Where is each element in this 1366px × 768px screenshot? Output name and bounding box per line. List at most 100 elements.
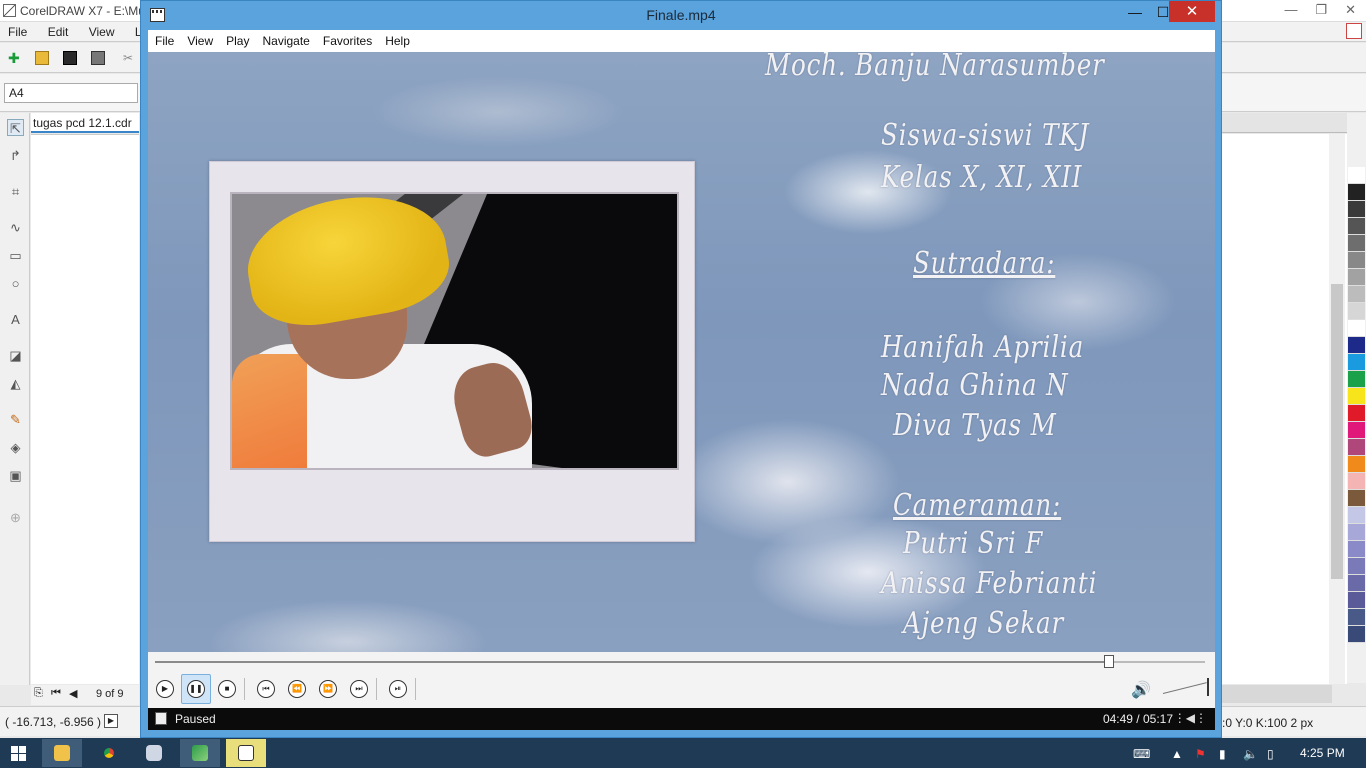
crop-tool-icon[interactable]: ⌗ (7, 183, 24, 200)
previous-page-icon[interactable]: ◀ (69, 687, 77, 700)
network-icon[interactable]: ▮ (1219, 747, 1226, 761)
minimize-icon[interactable]: — (1284, 2, 1297, 18)
page-size-dropdown[interactable]: A4 (4, 83, 138, 103)
palette-swatch[interactable] (1348, 371, 1365, 388)
rewind-button[interactable]: ⏪ (288, 680, 306, 698)
menu-file[interactable]: File (148, 30, 180, 48)
first-page-icon[interactable]: ⏮ (51, 687, 61, 700)
palette-swatch[interactable] (1348, 388, 1365, 405)
taskbar-media-player[interactable] (226, 739, 266, 767)
cd-menu-view[interactable]: View (89, 25, 115, 39)
previous-button[interactable]: ⏮ (257, 680, 275, 698)
palette-swatch[interactable] (1348, 320, 1365, 337)
taskbar-app-generic[interactable] (134, 739, 174, 767)
palette-swatch[interactable] (1348, 337, 1365, 354)
vertical-scrollbar[interactable] (1329, 134, 1345, 684)
windows-start-icon[interactable] (11, 746, 26, 761)
taskbar-chrome[interactable] (89, 739, 129, 767)
video-frame[interactable]: Moch. Banju Narasumber Siswa-siswi TKJ K… (148, 52, 1215, 652)
coreldraw-window-controls[interactable]: — ❐ ✕ (1284, 2, 1356, 18)
palette-swatch[interactable] (1348, 609, 1365, 626)
taskbar-coreldraw[interactable] (180, 739, 220, 767)
new-document-icon[interactable]: ✚ (8, 51, 22, 65)
palette-swatch[interactable] (1348, 235, 1365, 252)
palette-swatch[interactable] (1348, 575, 1365, 592)
palette-swatch[interactable] (1348, 252, 1365, 269)
cd-menu-file[interactable]: File (8, 25, 27, 39)
menu-help[interactable]: Help (378, 30, 416, 48)
palette-swatch[interactable] (1348, 184, 1365, 201)
save-icon[interactable] (63, 51, 77, 65)
restore-icon[interactable]: ❐ (1315, 2, 1327, 18)
palette-swatch[interactable] (1348, 286, 1365, 303)
add-tool-icon[interactable]: ⊕ (7, 509, 24, 526)
add-page-icon[interactable]: ⎘ (34, 687, 43, 700)
rectangle-tool-icon[interactable]: ▭ (7, 247, 24, 264)
mute-indicator-icon[interactable]: ⋮◀⋮ (1174, 711, 1207, 725)
next-button[interactable]: ⏭ (350, 680, 368, 698)
palette-swatch[interactable] (1348, 201, 1365, 218)
palette-swatch[interactable] (1348, 167, 1365, 184)
close-icon[interactable]: ✕ (1345, 2, 1356, 18)
palette-swatch[interactable] (1348, 405, 1365, 422)
palette-swatch[interactable] (1348, 473, 1365, 490)
interactive-fill-tool-icon[interactable]: ◈ (7, 439, 24, 456)
volume-slider[interactable] (1163, 678, 1211, 696)
palette-swatch[interactable] (1348, 558, 1365, 575)
palette-swatch[interactable] (1348, 354, 1365, 371)
ellipse-tool-icon[interactable]: ○ (7, 275, 24, 292)
palette-swatch[interactable] (1348, 422, 1365, 439)
menu-view[interactable]: View (180, 30, 219, 48)
drawing-canvas[interactable] (31, 134, 139, 684)
menu-play[interactable]: Play (219, 30, 255, 48)
freehand-tool-icon[interactable]: ∿ (7, 219, 24, 236)
seek-bar[interactable] (155, 655, 1205, 668)
palette-swatch[interactable] (1348, 541, 1365, 558)
status-expand-icon[interactable]: ▶ (104, 714, 118, 728)
drop-shadow-tool-icon[interactable]: ◪ (7, 347, 24, 364)
vertical-scrollbar-thumb[interactable] (1331, 284, 1343, 579)
stop-button[interactable]: ■ (218, 680, 236, 698)
palette-swatch[interactable] (1348, 490, 1365, 507)
transparency-tool-icon[interactable]: ◭ (7, 375, 24, 392)
volume-icon[interactable]: 🔈 (1243, 747, 1258, 761)
keyboard-icon[interactable]: ⌨ (1133, 747, 1150, 761)
pause-button[interactable]: ❚❚ (181, 674, 211, 704)
battery-icon[interactable]: ▯ (1267, 747, 1274, 761)
open-folder-icon[interactable] (35, 51, 49, 65)
palette-swatch[interactable] (1348, 626, 1365, 643)
speaker-icon[interactable]: 🔊 (1131, 680, 1151, 700)
palette-swatch[interactable] (1348, 269, 1365, 286)
seek-bar-thumb[interactable] (1103, 655, 1114, 668)
flag-icon[interactable]: ⚑ (1195, 747, 1206, 761)
document-tab[interactable]: tugas pcd 12.1.cdr (31, 113, 139, 133)
volume-slider-thumb[interactable] (1207, 678, 1209, 696)
horizontal-scrollbar[interactable] (1222, 685, 1332, 703)
menu-navigate[interactable]: Navigate (255, 30, 315, 48)
print-icon[interactable] (91, 51, 105, 65)
clock[interactable]: 4:25 PM (1300, 746, 1345, 760)
menu-favorites[interactable]: Favorites (316, 30, 378, 48)
shape-tool-icon[interactable]: ↱ (7, 147, 24, 164)
palette-swatch[interactable] (1348, 439, 1365, 456)
fast-forward-button[interactable]: ⏩ (319, 680, 337, 698)
palette-swatch[interactable] (1348, 507, 1365, 524)
pick-tool-icon[interactable]: ⇱ (7, 119, 24, 136)
palette-swatch[interactable] (1348, 592, 1365, 609)
palette-swatch[interactable] (1348, 524, 1365, 541)
text-tool-icon[interactable]: A (7, 311, 24, 328)
palette-swatch[interactable] (1348, 303, 1365, 320)
show-hidden-icons-icon[interactable]: ▲ (1171, 747, 1183, 761)
palette-swatch[interactable] (1348, 218, 1365, 235)
cd-help-icon[interactable] (1346, 23, 1362, 39)
minimize-button[interactable]: — (1121, 1, 1149, 23)
palette-swatch[interactable] (1348, 456, 1365, 473)
cut-icon[interactable]: ✂ (123, 51, 137, 65)
cd-menu-edit[interactable]: Edit (48, 25, 69, 39)
play-button[interactable]: ▶ (156, 680, 174, 698)
smart-fill-tool-icon[interactable]: ▣ (7, 467, 24, 484)
close-button[interactable]: ✕ (1169, 1, 1215, 22)
frame-step-button[interactable]: ⏯ (389, 680, 407, 698)
taskbar-file-explorer[interactable] (42, 739, 82, 767)
eyedropper-tool-icon[interactable]: ✎ (7, 411, 24, 428)
